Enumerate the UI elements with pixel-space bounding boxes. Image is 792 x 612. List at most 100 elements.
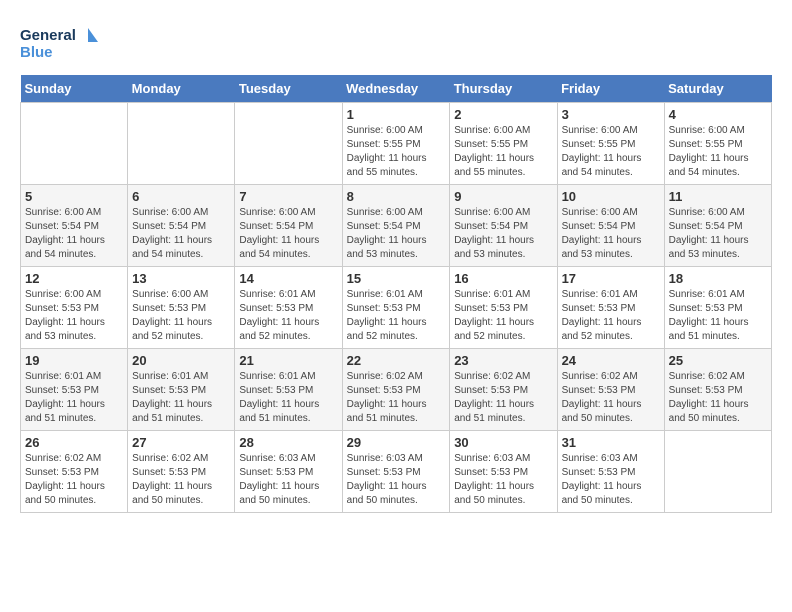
day-number: 1: [347, 107, 446, 122]
day-info: Sunrise: 6:01 AM Sunset: 5:53 PM Dayligh…: [239, 288, 337, 344]
calendar-cell: 31 Sunrise: 6:03 AM Sunset: 5:53 PM Dayli…: [557, 431, 664, 513]
day-number: 2: [454, 107, 552, 122]
day-info: Sunrise: 6:03 AM Sunset: 5:53 PM Dayligh…: [239, 452, 337, 508]
day-info: Sunrise: 6:01 AM Sunset: 5:53 PM Dayligh…: [132, 370, 230, 426]
calendar-cell: 18 Sunrise: 6:01 AM Sunset: 5:53 PM Dayli…: [664, 267, 771, 349]
calendar-cell: [664, 431, 771, 513]
day-number: 24: [562, 353, 660, 368]
calendar-cell: 11 Sunrise: 6:00 AM Sunset: 5:54 PM Dayli…: [664, 185, 771, 267]
calendar-cell: 24 Sunrise: 6:02 AM Sunset: 5:53 PM Dayli…: [557, 349, 664, 431]
day-number: 21: [239, 353, 337, 368]
day-info: Sunrise: 6:02 AM Sunset: 5:53 PM Dayligh…: [347, 370, 446, 426]
calendar-cell: 12 Sunrise: 6:00 AM Sunset: 5:53 PM Dayli…: [21, 267, 128, 349]
day-info: Sunrise: 6:01 AM Sunset: 5:53 PM Dayligh…: [562, 288, 660, 344]
day-info: Sunrise: 6:00 AM Sunset: 5:54 PM Dayligh…: [239, 206, 337, 262]
day-info: Sunrise: 6:03 AM Sunset: 5:53 PM Dayligh…: [347, 452, 446, 508]
day-number: 25: [669, 353, 767, 368]
page-header: General Blue: [20, 20, 772, 65]
day-number: 12: [25, 271, 123, 286]
day-info: Sunrise: 6:00 AM Sunset: 5:55 PM Dayligh…: [454, 124, 552, 180]
calendar-cell: 19 Sunrise: 6:01 AM Sunset: 5:53 PM Dayli…: [21, 349, 128, 431]
day-number: 22: [347, 353, 446, 368]
calendar-cell: 25 Sunrise: 6:02 AM Sunset: 5:53 PM Dayli…: [664, 349, 771, 431]
calendar-cell: 23 Sunrise: 6:02 AM Sunset: 5:53 PM Dayli…: [450, 349, 557, 431]
day-info: Sunrise: 6:00 AM Sunset: 5:54 PM Dayligh…: [347, 206, 446, 262]
day-number: 11: [669, 189, 767, 204]
calendar-cell: 30 Sunrise: 6:03 AM Sunset: 5:53 PM Dayli…: [450, 431, 557, 513]
day-info: Sunrise: 6:00 AM Sunset: 5:54 PM Dayligh…: [25, 206, 123, 262]
week-row-1: 5 Sunrise: 6:00 AM Sunset: 5:54 PM Daylig…: [21, 185, 772, 267]
day-info: Sunrise: 6:00 AM Sunset: 5:54 PM Dayligh…: [454, 206, 552, 262]
day-info: Sunrise: 6:00 AM Sunset: 5:54 PM Dayligh…: [669, 206, 767, 262]
day-number: 4: [669, 107, 767, 122]
day-number: 9: [454, 189, 552, 204]
header-row: SundayMondayTuesdayWednesdayThursdayFrid…: [21, 75, 772, 103]
calendar-cell: 14Sunrise: 6:01 AM Sunset: 5:53 PM Dayli…: [235, 267, 342, 349]
calendar-cell: [128, 103, 235, 185]
day-info: Sunrise: 6:02 AM Sunset: 5:53 PM Dayligh…: [562, 370, 660, 426]
day-number: 18: [669, 271, 767, 286]
day-number: 31: [562, 435, 660, 450]
header-thursday: Thursday: [450, 75, 557, 103]
calendar-cell: 7 Sunrise: 6:00 AM Sunset: 5:54 PM Daylig…: [235, 185, 342, 267]
day-info: Sunrise: 6:00 AM Sunset: 5:54 PM Dayligh…: [132, 206, 230, 262]
day-info: Sunrise: 6:02 AM Sunset: 5:53 PM Dayligh…: [132, 452, 230, 508]
day-info: Sunrise: 6:03 AM Sunset: 5:53 PM Dayligh…: [454, 452, 552, 508]
day-info: Sunrise: 6:00 AM Sunset: 5:53 PM Dayligh…: [132, 288, 230, 344]
day-number: 6: [132, 189, 230, 204]
day-number: 5: [25, 189, 123, 204]
day-info: Sunrise: 6:02 AM Sunset: 5:53 PM Dayligh…: [454, 370, 552, 426]
calendar-cell: 26 Sunrise: 6:02 AM Sunset: 5:53 PM Dayli…: [21, 431, 128, 513]
calendar-cell: 8Sunrise: 6:00 AM Sunset: 5:54 PM Daylig…: [342, 185, 450, 267]
week-row-4: 26 Sunrise: 6:02 AM Sunset: 5:53 PM Dayli…: [21, 431, 772, 513]
calendar-cell: 17 Sunrise: 6:01 AM Sunset: 5:53 PM Dayli…: [557, 267, 664, 349]
day-number: 29: [347, 435, 446, 450]
day-info: Sunrise: 6:02 AM Sunset: 5:53 PM Dayligh…: [669, 370, 767, 426]
calendar-cell: [235, 103, 342, 185]
svg-text:Blue: Blue: [20, 44, 53, 61]
day-info: Sunrise: 6:01 AM Sunset: 5:53 PM Dayligh…: [25, 370, 123, 426]
calendar-cell: 27 Sunrise: 6:02 AM Sunset: 5:53 PM Dayli…: [128, 431, 235, 513]
week-row-2: 12 Sunrise: 6:00 AM Sunset: 5:53 PM Dayli…: [21, 267, 772, 349]
header-saturday: Saturday: [664, 75, 771, 103]
calendar-cell: 5 Sunrise: 6:00 AM Sunset: 5:54 PM Daylig…: [21, 185, 128, 267]
calendar-cell: 22 Sunrise: 6:02 AM Sunset: 5:53 PM Dayli…: [342, 349, 450, 431]
day-number: 15: [347, 271, 446, 286]
day-number: 10: [562, 189, 660, 204]
calendar-cell: 1 Sunrise: 6:00 AM Sunset: 5:55 PM Daylig…: [342, 103, 450, 185]
day-number: 13: [132, 271, 230, 286]
day-number: 7: [239, 189, 337, 204]
day-number: 27: [132, 435, 230, 450]
day-number: 19: [25, 353, 123, 368]
calendar-cell: 21 Sunrise: 6:01 AM Sunset: 5:53 PM Dayli…: [235, 349, 342, 431]
header-friday: Friday: [557, 75, 664, 103]
day-number: 30: [454, 435, 552, 450]
day-info: Sunrise: 6:02 AM Sunset: 5:53 PM Dayligh…: [25, 452, 123, 508]
week-row-0: 1 Sunrise: 6:00 AM Sunset: 5:55 PM Daylig…: [21, 103, 772, 185]
day-info: Sunrise: 6:00 AM Sunset: 5:53 PM Dayligh…: [25, 288, 123, 344]
logo-svg: General Blue: [20, 20, 100, 65]
week-row-3: 19 Sunrise: 6:01 AM Sunset: 5:53 PM Dayli…: [21, 349, 772, 431]
day-info: Sunrise: 6:03 AM Sunset: 5:53 PM Dayligh…: [562, 452, 660, 508]
day-number: 26: [25, 435, 123, 450]
day-number: 23: [454, 353, 552, 368]
day-number: 17: [562, 271, 660, 286]
svg-text:General: General: [20, 27, 76, 44]
calendar-cell: [21, 103, 128, 185]
header-wednesday: Wednesday: [342, 75, 450, 103]
day-number: 3: [562, 107, 660, 122]
calendar-cell: 4Sunrise: 6:00 AM Sunset: 5:55 PM Daylig…: [664, 103, 771, 185]
day-number: 16: [454, 271, 552, 286]
calendar-cell: 28 Sunrise: 6:03 AM Sunset: 5:53 PM Dayli…: [235, 431, 342, 513]
day-info: Sunrise: 6:01 AM Sunset: 5:53 PM Dayligh…: [669, 288, 767, 344]
day-info: Sunrise: 6:00 AM Sunset: 5:54 PM Dayligh…: [562, 206, 660, 262]
calendar-cell: 29 Sunrise: 6:03 AM Sunset: 5:53 PM Dayli…: [342, 431, 450, 513]
day-number: 28: [239, 435, 337, 450]
day-info: Sunrise: 6:01 AM Sunset: 5:53 PM Dayligh…: [347, 288, 446, 344]
day-info: Sunrise: 6:01 AM Sunset: 5:53 PM Dayligh…: [239, 370, 337, 426]
header-sunday: Sunday: [21, 75, 128, 103]
day-number: 20: [132, 353, 230, 368]
calendar-cell: 6 Sunrise: 6:00 AM Sunset: 5:54 PM Daylig…: [128, 185, 235, 267]
calendar-cell: 20 Sunrise: 6:01 AM Sunset: 5:53 PM Dayli…: [128, 349, 235, 431]
day-info: Sunrise: 6:00 AM Sunset: 5:55 PM Dayligh…: [347, 124, 446, 180]
